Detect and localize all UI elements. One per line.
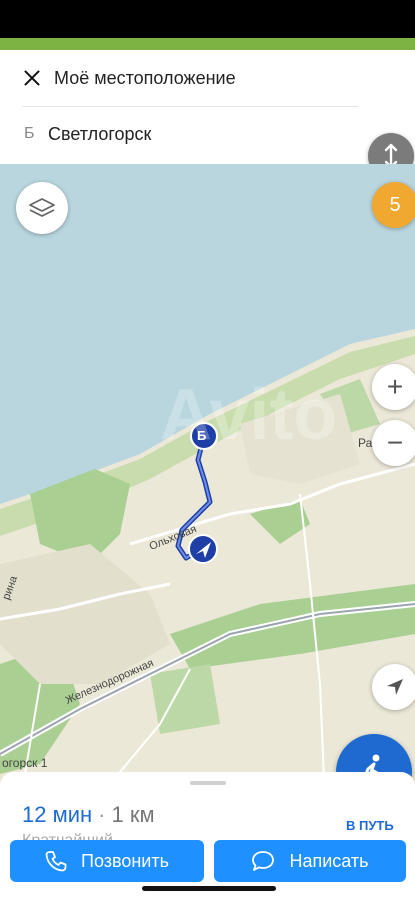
my-location-button[interactable] [372, 664, 415, 710]
call-label: Позвонить [81, 850, 169, 871]
route-to-row[interactable]: Б Светлогорск [0, 106, 360, 162]
route-panel: Моё местоположение Б Светлогорск [0, 50, 415, 179]
go-label[interactable]: В ПУТЬ [346, 818, 394, 833]
map-view[interactable]: Б Ольховая Железнодорожная рина огорск 1… [0, 164, 415, 804]
map-layers-button[interactable] [16, 182, 68, 234]
map-canvas [0, 329, 415, 804]
phone-icon [45, 851, 67, 872]
eta-summary: 12 мин · 1 км [22, 802, 155, 828]
sheet-handle[interactable] [190, 781, 226, 785]
route-from-field[interactable]: Моё местоположение [54, 68, 236, 89]
layers-icon [29, 198, 55, 217]
zoom-out-button[interactable]: − [372, 420, 415, 466]
eta-time: 12 мин [22, 802, 93, 827]
listings-count-badge[interactable]: 5 [372, 182, 415, 228]
eta-separator: · [98, 802, 106, 827]
status-bar [0, 0, 415, 38]
destination-letter: Б [24, 125, 35, 142]
home-indicator [142, 886, 276, 891]
close-icon[interactable] [22, 68, 42, 88]
place-label-ra: Ра [358, 436, 373, 450]
route-to-field[interactable]: Светлогорск [48, 124, 151, 145]
zoom-in-button[interactable]: + [372, 364, 415, 410]
message-label: Написать [289, 850, 369, 871]
eta-distance: 1 км [111, 802, 155, 827]
call-button[interactable]: Позвонить [10, 840, 204, 882]
route-from-row[interactable]: Моё местоположение [0, 50, 360, 106]
navigation-arrow-icon [387, 679, 403, 695]
header-accent-strip [0, 38, 415, 50]
chat-bubble-icon [252, 851, 275, 871]
watermark: Avito [160, 375, 338, 455]
message-button[interactable]: Написать [214, 840, 406, 882]
station-label: огорск 1 [2, 756, 48, 770]
